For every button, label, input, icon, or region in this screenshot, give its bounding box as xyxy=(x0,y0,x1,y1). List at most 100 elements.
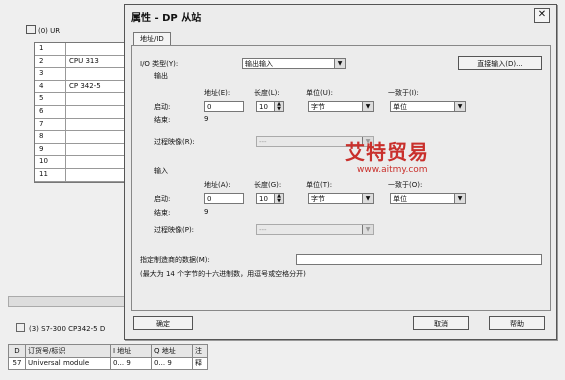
output-end-label: 结束: xyxy=(154,116,171,124)
rack-slot-number: 7 xyxy=(35,118,66,131)
output-start-label: 启动: xyxy=(154,103,171,111)
rack-slot-number: 8 xyxy=(35,131,66,143)
rack-row[interactable]: 5 xyxy=(35,93,130,106)
rack-row[interactable]: 6 xyxy=(35,105,130,119)
rack-slot-number: 2 xyxy=(35,55,66,68)
input-process-image-select[interactable]: --- ▼ xyxy=(256,224,374,235)
io-type-label: I/O 类型(Y): xyxy=(140,60,179,68)
chevron-down-icon: ▼ xyxy=(362,102,373,111)
input-address-label: 地址(A): xyxy=(204,181,231,189)
direct-input-button[interactable]: 直接输入(D)... xyxy=(458,56,542,70)
rack-table: 1 2 CPU 313 3 4 CP 342-5 5 6 7 8 9 10 11 xyxy=(34,42,131,183)
input-section-title: 输入 xyxy=(154,167,168,175)
output-length-label: 长度(L): xyxy=(254,89,280,97)
col-header-i-address: I 地址 xyxy=(111,345,152,357)
chevron-down-icon: ▼ xyxy=(362,194,373,203)
rack-slot-number: 11 xyxy=(35,168,66,181)
input-unit-label: 单位(T): xyxy=(306,181,333,189)
cell-order: Universal module xyxy=(26,358,111,369)
rack-row[interactable]: 4 CP 342-5 xyxy=(35,80,130,94)
rack-module-name: CPU 313 xyxy=(69,56,99,65)
chevron-down-icon: ▼ xyxy=(362,225,373,234)
rack-row[interactable]: 10 xyxy=(35,156,130,169)
rack-row[interactable]: 8 xyxy=(35,131,130,144)
output-process-image-label: 过程映像(R): xyxy=(154,138,195,146)
vendor-data-hint: (最大为 14 个字节的十六进制数，用逗号或空格分开) xyxy=(140,270,306,278)
chevron-down-icon: ▼ xyxy=(454,194,465,203)
rack-module-name xyxy=(66,119,130,131)
io-type-select[interactable]: 输出输入 ▼ xyxy=(242,58,346,69)
output-consistency-label: 一致于(I): xyxy=(388,89,419,97)
cell-slot: 57 xyxy=(9,358,26,369)
horizontal-scrollbar[interactable] xyxy=(8,296,128,307)
rack-module-name xyxy=(66,106,130,118)
output-unit-select[interactable]: 字节 ▼ xyxy=(308,101,374,112)
rack-row[interactable]: 7 xyxy=(35,118,130,132)
help-button[interactable]: 帮助 xyxy=(489,316,545,330)
rack-module-name xyxy=(66,156,130,168)
cancel-button[interactable]: 取消 xyxy=(413,316,469,330)
output-address-label: 地址(E): xyxy=(204,89,231,97)
rack-row[interactable]: 3 xyxy=(35,68,130,81)
rack-slot-number: 3 xyxy=(35,68,66,80)
navigate-arrows-icon[interactable] xyxy=(16,323,25,332)
input-consistency-label: 一致于(O): xyxy=(388,181,423,189)
output-start-address-input[interactable]: 0 xyxy=(204,101,244,112)
rack-slot-number: 10 xyxy=(35,156,66,168)
rack-module-name: CP 342-5 xyxy=(69,81,101,90)
table-row[interactable]: 57 Universal module 0... 9 0... 9 xyxy=(8,358,208,370)
input-start-label: 启动: xyxy=(154,195,171,203)
dp-slave-properties-dialog: 属性 - DP 从站 ✕ 地址/ID I/O 类型(Y): 输出输入 ▼ 直接输… xyxy=(124,4,557,340)
ok-button[interactable]: 确定 xyxy=(133,316,193,330)
rack-slot-number: 5 xyxy=(35,93,66,105)
col-header-slot: D xyxy=(9,345,26,357)
input-length-stepper[interactable]: 10 ▲ ▼ xyxy=(256,193,284,204)
close-button[interactable]: ✕ xyxy=(534,8,550,23)
module-detail-table: D 订货号/标识 I 地址 Q 地址 注释 57 Universal modul… xyxy=(8,344,208,370)
input-consistency-select[interactable]: 单位 ▼ xyxy=(390,193,466,204)
cell-q-address: 0... 9 xyxy=(152,358,193,369)
rack-module-name xyxy=(66,43,130,55)
watermark-brand: 艾特贸易 xyxy=(345,140,429,164)
input-length-label: 长度(G): xyxy=(254,181,282,189)
input-unit-select[interactable]: 字节 ▼ xyxy=(308,193,374,204)
output-section-title: 输出 xyxy=(154,72,168,80)
module-status-line: (3) S7-300 CP342-5 D xyxy=(16,323,105,333)
input-end-label: 结束: xyxy=(154,209,171,217)
output-length-stepper[interactable]: 10 ▲ ▼ xyxy=(256,101,284,112)
watermark-url: www.aitmy.com xyxy=(357,165,428,175)
input-start-address-input[interactable]: 0 xyxy=(204,193,244,204)
table-header: D 订货号/标识 I 地址 Q 地址 注释 xyxy=(8,344,208,367)
rack-icon xyxy=(26,25,36,34)
close-icon: ✕ xyxy=(537,9,547,20)
dialog-title-bar: 属性 - DP 从站 ✕ xyxy=(125,5,556,25)
cell-comment xyxy=(193,358,207,369)
tab-address-id[interactable]: 地址/ID xyxy=(133,32,171,46)
input-process-image-label: 过程映像(P): xyxy=(154,226,195,234)
stepper-arrows-icon[interactable]: ▲ ▼ xyxy=(274,194,283,204)
rack-row[interactable]: 9 xyxy=(35,143,130,157)
rack-row[interactable]: 1 xyxy=(35,43,130,56)
col-header-comment: 注释 xyxy=(195,347,202,367)
chevron-down-icon: ▼ xyxy=(334,59,345,68)
address-id-panel: I/O 类型(Y): 输出输入 ▼ 直接输入(D)... 输出 地址(E): 长… xyxy=(131,45,551,311)
col-header-order: 订货号/标识 xyxy=(26,345,111,357)
rack-slot-number: 9 xyxy=(35,143,66,156)
rack-title: (0) UR xyxy=(26,25,60,35)
output-end-value: 9 xyxy=(204,115,209,123)
chevron-down-icon: ▼ xyxy=(454,102,465,111)
vendor-data-label: 指定制造商的数据(M): xyxy=(140,256,210,264)
rack-slot-number: 4 xyxy=(35,80,66,93)
vendor-data-input[interactable] xyxy=(296,254,542,265)
rack-slot-number: 6 xyxy=(35,105,66,118)
rack-row[interactable]: 2 CPU 313 xyxy=(35,55,130,69)
cell-i-address: 0... 9 xyxy=(111,358,152,369)
rack-row[interactable]: 11 xyxy=(35,168,130,182)
watermark-logo: 艾特贸易 www.aitmy.com xyxy=(345,136,429,175)
output-unit-label: 单位(U): xyxy=(306,89,333,97)
stepper-arrows-icon[interactable]: ▲ ▼ xyxy=(274,102,283,112)
output-consistency-select[interactable]: 单位 ▼ xyxy=(390,101,466,112)
rack-module-name xyxy=(66,131,130,143)
col-header-q-address: Q 地址 xyxy=(152,345,193,357)
rack-module-name xyxy=(66,93,130,105)
